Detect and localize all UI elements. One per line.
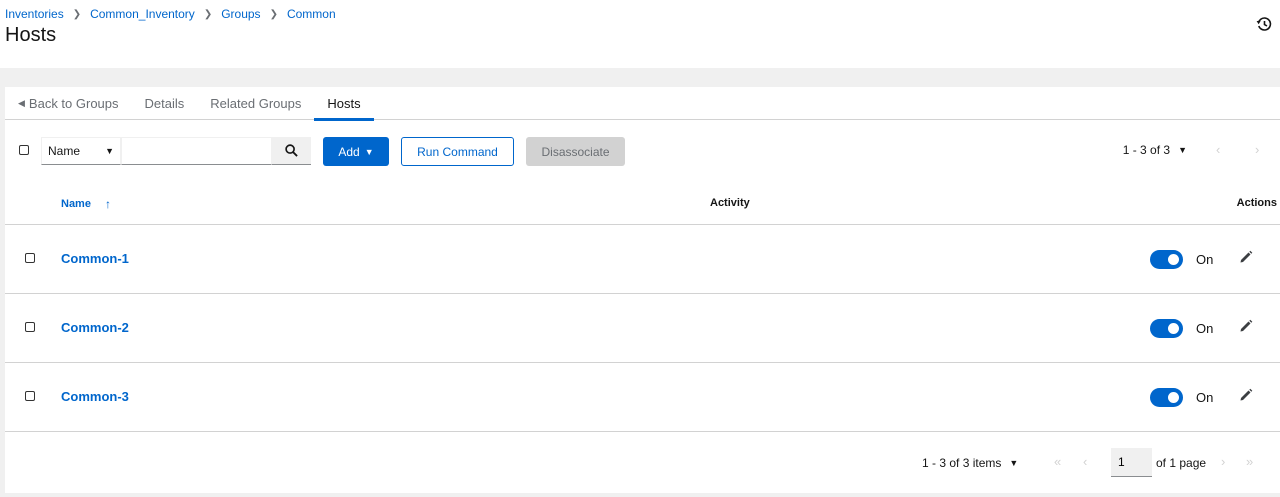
- pencil-icon[interactable]: [1239, 388, 1253, 402]
- sort-ascending-icon: ↑: [104, 197, 111, 211]
- pagination-toggle[interactable]: 1 - 3 of 3 ▼: [1123, 143, 1187, 157]
- hosts-panel: ◀ Back to Groups Details Related Groups …: [5, 87, 1280, 493]
- caret-down-icon: ▼: [1178, 145, 1187, 155]
- tab-label: Hosts: [327, 96, 361, 111]
- enabled-toggle[interactable]: [1150, 250, 1183, 269]
- last-page-icon[interactable]: »: [1246, 454, 1253, 469]
- tab-details[interactable]: Details: [132, 87, 198, 120]
- run-command-button[interactable]: Run Command: [401, 137, 514, 166]
- footer-pagination: 1 - 3 of 3 items ▼ « ‹ of 1 page › »: [5, 432, 1280, 493]
- tab-back-to-groups[interactable]: ◀ Back to Groups: [5, 87, 132, 120]
- chevron-right-icon: ❯: [269, 8, 278, 20]
- enabled-toggle[interactable]: [1150, 388, 1183, 407]
- enabled-toggle[interactable]: [1150, 319, 1183, 338]
- pencil-icon[interactable]: [1239, 319, 1253, 333]
- total-pages-label: of 1 page: [1156, 456, 1207, 470]
- pencil-icon[interactable]: [1239, 250, 1253, 264]
- toggle-label: On: [1196, 252, 1214, 267]
- page-title: Hosts: [5, 24, 57, 46]
- caret-down-icon: ▼: [105, 146, 114, 156]
- chevron-right-icon: ❯: [203, 8, 213, 20]
- history-icon[interactable]: [1256, 16, 1272, 32]
- filter-field-select[interactable]: Name ▼: [41, 137, 121, 165]
- table-row: Common-2 On: [5, 294, 1280, 363]
- row-checkbox[interactable]: [25, 253, 35, 263]
- next-page-icon[interactable]: ›: [1255, 142, 1259, 157]
- row-checkbox[interactable]: [25, 322, 35, 332]
- pagination-range: 1 - 3 of 3: [1122, 143, 1171, 157]
- breadcrumb: Inventories ❯ Common_Inventory ❯ Groups …: [5, 7, 336, 21]
- search-icon: [285, 144, 298, 157]
- caret-down-icon: ▼: [1009, 458, 1019, 468]
- toolbar: Name ▼ Add ▼ Run Command Disassociate 1 …: [5, 135, 1280, 167]
- table-header: Name ↑ Activity Actions: [5, 185, 1280, 225]
- host-name-link[interactable]: Common-3: [61, 389, 129, 404]
- first-page-icon[interactable]: «: [1054, 454, 1061, 469]
- caret-left-icon: ◀: [18, 98, 25, 108]
- breadcrumb-inventories[interactable]: Inventories: [5, 7, 64, 21]
- select-all-checkbox[interactable]: [19, 145, 29, 155]
- page-header: Inventories ❯ Common_Inventory ❯ Groups …: [0, 0, 1280, 68]
- previous-page-icon[interactable]: ‹: [1083, 454, 1087, 469]
- column-header-actions: Actions: [1236, 197, 1277, 209]
- tab-label: Details: [144, 96, 185, 111]
- filter-field-value: Name: [48, 144, 81, 158]
- host-name-link[interactable]: Common-1: [61, 251, 129, 266]
- search-input[interactable]: [121, 137, 272, 165]
- column-header-activity: Activity: [710, 197, 750, 209]
- host-name-link[interactable]: Common-2: [61, 320, 129, 335]
- next-page-icon[interactable]: ›: [1221, 454, 1225, 469]
- search-button[interactable]: [272, 137, 311, 165]
- column-header-name[interactable]: Name ↑: [61, 197, 111, 211]
- tab-related-groups[interactable]: Related Groups: [197, 87, 314, 120]
- items-per-page-toggle[interactable]: 1 - 3 of 3 items ▼: [922, 456, 1018, 470]
- breadcrumb-common-inventory[interactable]: Common_Inventory: [90, 7, 195, 21]
- previous-page-icon[interactable]: ‹: [1216, 142, 1220, 157]
- page-number-input[interactable]: [1111, 448, 1152, 477]
- column-name-label: Name: [61, 198, 91, 210]
- add-button-label: Add: [338, 144, 360, 159]
- disassociate-button[interactable]: Disassociate: [526, 137, 625, 166]
- table-row: Common-3 On: [5, 363, 1280, 432]
- breadcrumb-groups[interactable]: Groups: [221, 7, 260, 21]
- tab-label: Back to Groups: [28, 96, 119, 111]
- items-count: 1 - 3 of 3 items: [922, 456, 1002, 470]
- table-row: Common-1 On: [5, 225, 1280, 294]
- tab-hosts[interactable]: Hosts: [314, 87, 374, 121]
- tab-label: Related Groups: [210, 96, 302, 111]
- toggle-label: On: [1196, 321, 1214, 336]
- chevron-right-icon: ❯: [72, 8, 82, 20]
- add-button[interactable]: Add ▼: [323, 137, 389, 166]
- caret-down-icon: ▼: [364, 146, 374, 157]
- row-checkbox[interactable]: [25, 391, 35, 401]
- tab-bar: ◀ Back to Groups Details Related Groups …: [5, 87, 1280, 121]
- breadcrumb-common[interactable]: Common: [287, 7, 336, 21]
- toggle-label: On: [1196, 390, 1214, 405]
